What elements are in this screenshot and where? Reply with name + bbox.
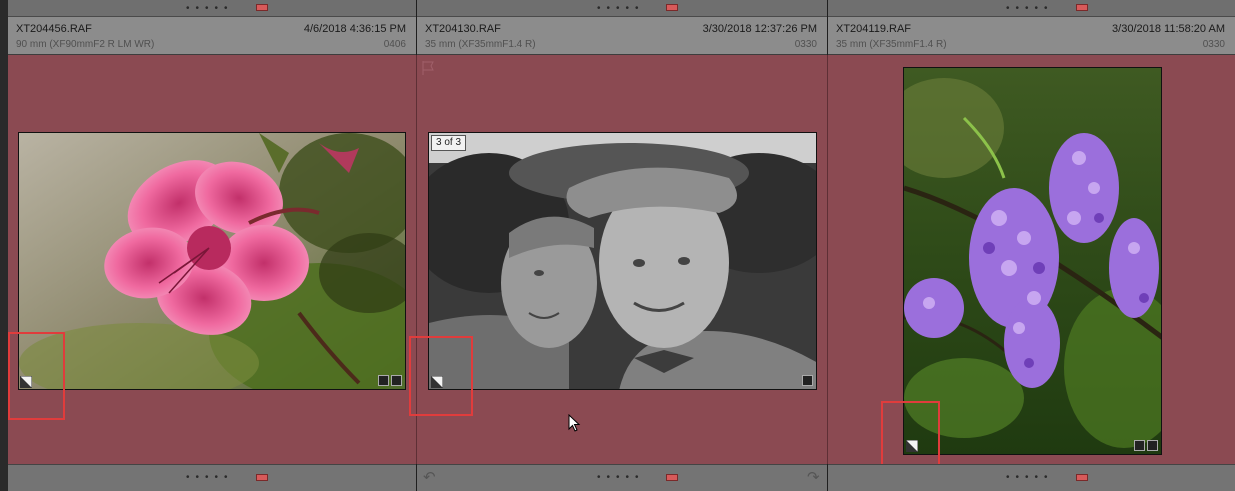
rotate-left-icon[interactable]: ↶ [423,468,436,486]
thumbnail-statue[interactable]: 3 of 3 [428,132,817,390]
color-label-icon[interactable] [1076,474,1088,481]
keyword-icon[interactable] [1134,440,1145,451]
lens-info: 35 mm (XF35mmF1.4 R) [836,39,947,50]
highlight-box [409,336,473,416]
develop-adjusted-icon[interactable] [802,375,813,386]
develop-adjusted-icon[interactable] [1147,440,1158,451]
stack-count-badge[interactable]: 3 of 3 [431,135,467,151]
lens-info: 35 mm (XF35mmF1.4 R) [425,39,536,50]
file-number: 0406 [383,39,406,50]
file-name: XT204456.RAF [16,23,92,35]
thumbnail-wisteria[interactable] [903,67,1162,455]
rating-dots[interactable]: ••••• [1006,4,1054,14]
develop-adjusted-icon[interactable] [391,375,402,386]
thumbnail-icons [1134,440,1158,451]
cell-top-bar: ••••• [8,0,416,17]
capture-date: 3/30/2018 12:37:26 PM [702,23,817,35]
azalea-photo [19,133,405,389]
file-number: 0330 [1202,39,1225,50]
file-number: 0330 [794,39,817,50]
cell-top-bar: ••••• [828,0,1235,17]
rating-dots[interactable]: ••••• [597,4,645,14]
grid-cell-2[interactable]: ••••• XT204130.RAF 3/30/2018 12:37:26 PM… [409,0,827,491]
grid-cell-3[interactable]: ••••• XT204119.RAF 3/30/2018 11:58:20 AM… [828,0,1235,491]
cell-header: XT204119.RAF 3/30/2018 11:58:20 AM 35 mm… [828,17,1235,55]
flag-icon[interactable] [421,60,435,76]
color-label-icon[interactable] [256,4,268,11]
rotate-right-icon[interactable]: ↷ [807,468,820,486]
rating-dots[interactable]: ••••• [597,473,645,483]
cell-header: XT204456.RAF 4/6/2018 4:36:15 PM 90 mm (… [8,17,416,55]
rating-dots[interactable]: ••••• [186,4,234,14]
color-label-icon[interactable] [256,474,268,481]
file-name: XT204130.RAF [425,23,501,35]
thumbnail-icons [802,375,813,386]
cell-top-bar: ••••• [417,0,827,17]
cell-bottom-bar: ↶ ••••• ↷ [417,464,827,491]
color-label-icon[interactable] [1076,4,1088,11]
rating-dots[interactable]: ••••• [186,473,234,483]
lens-info: 90 mm (XF90mmF2 R LM WR) [16,39,155,50]
grid-cell-1[interactable]: ••••• XT204456.RAF 4/6/2018 4:36:15 PM 9… [8,0,416,491]
cell-bottom-bar: ••••• [828,464,1235,491]
color-label-icon[interactable] [666,4,678,11]
file-name: XT204119.RAF [836,23,912,35]
statue-photo [429,133,816,389]
capture-date: 4/6/2018 4:36:15 PM [303,23,406,35]
color-label-icon[interactable] [666,474,678,481]
thumbnail-icons [378,375,402,386]
rating-dots[interactable]: ••••• [1006,473,1054,483]
left-panel-edge [0,0,8,491]
keyword-icon[interactable] [378,375,389,386]
wisteria-photo [904,68,1161,454]
capture-date: 3/30/2018 11:58:20 AM [1112,23,1225,35]
mouse-cursor-icon [568,414,581,432]
thumbnail-azalea[interactable] [18,132,406,390]
highlight-box [8,332,65,420]
cell-bottom-bar: ••••• [8,464,416,491]
cell-header: XT204130.RAF 3/30/2018 12:37:26 PM 35 mm… [417,17,827,55]
